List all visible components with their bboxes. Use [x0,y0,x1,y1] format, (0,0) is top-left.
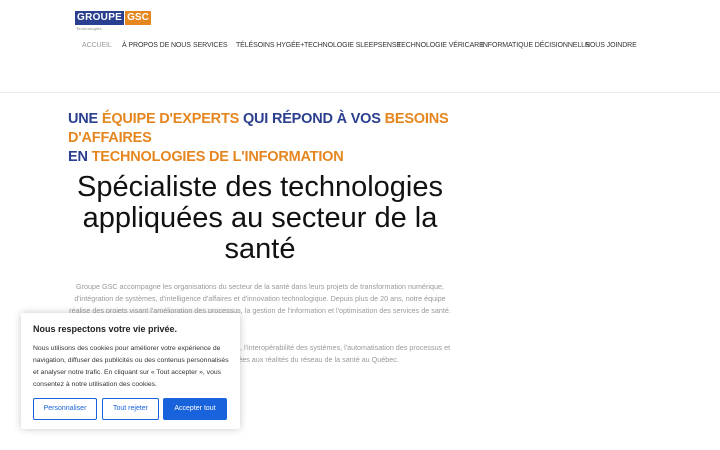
logo-text-groupe: GROUPE [75,11,125,25]
nav-a-propos[interactable]: À PROPOS DE NOUS [122,40,191,52]
logo-wordmark: GROUPE GSC [75,11,151,25]
tagline-part: UNE [68,111,99,127]
tagline-highlight: ÉQUIPE D'EXPERTS [101,111,240,127]
logo-tagline: Technologies [76,26,102,31]
page: GROUPE GSC Technologies ACCUEIL À PROPOS… [0,0,720,450]
nav-technologie-sleepsense[interactable]: TECHNOLOGIE SLEEPSENSE [304,40,401,52]
nav-technologie-vericare[interactable]: TECHNOLOGIE VÉRICARE [397,40,484,52]
groupe-gsc-logo[interactable]: GROUPE GSC Technologies [75,11,151,33]
nav-nous-joindre[interactable]: NOUS JOINDRE [585,40,637,52]
cookie-accept-all-button[interactable]: Accepter tout [163,398,227,420]
tagline-highlight: TECHNOLOGIES DE L'INFORMATION [91,149,344,165]
cookie-consent-banner: Nous respectons votre vie privée. Nous u… [21,313,240,429]
nav-services[interactable]: SERVICES [193,40,228,52]
cookie-reject-all-button[interactable]: Tout rejeter [102,398,159,420]
logo-text-gsc: GSC [125,11,151,25]
hero-title: Spécialiste des technologies appliquées … [77,171,443,265]
cookie-description: Nous utilisons des cookies pour améliore… [33,345,229,389]
hero-tagline: UNE ÉQUIPE D'EXPERTS QUI RÉPOND À VOS BE… [68,110,488,167]
nav-accueil[interactable]: ACCUEIL [82,40,112,52]
nav-informatique-decisionnelle[interactable]: INFORMATIQUE DÉCISIONNELLE [481,40,590,52]
cookie-title: Nous respectons votre vie privée. [33,324,178,334]
tagline-part: QUI RÉPOND À VOS [242,111,381,127]
nav-telesoins-hygee[interactable]: TÉLÉSOINS HYGÉE+ [236,40,304,52]
cookie-customize-button[interactable]: Personnaliser [33,398,97,420]
tagline-part: EN [68,149,88,165]
site-header: GROUPE GSC Technologies ACCUEIL À PROPOS… [0,0,720,93]
